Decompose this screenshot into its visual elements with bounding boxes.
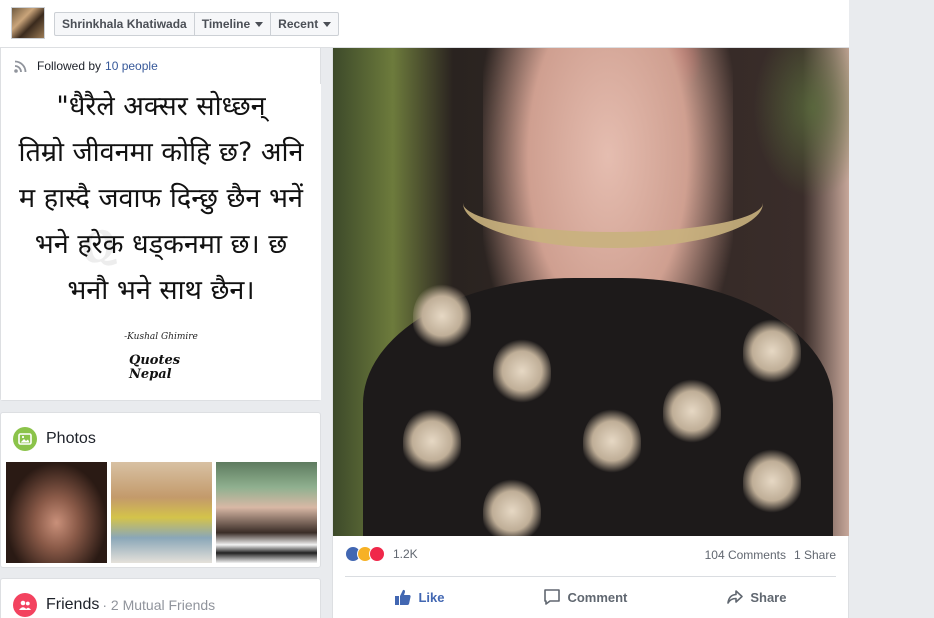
followers-link[interactable]: 10 people (105, 59, 158, 73)
photos-header[interactable]: Photos (13, 427, 96, 451)
comment-button[interactable]: Comment (543, 588, 627, 606)
quote-image[interactable]: Q "धैरैले अक्सर सोध्छन् तिम्रो जीवनमा को… (1, 84, 321, 400)
reaction-count: 1.2K (393, 547, 418, 561)
intro-card: Followed by 10 people Q "धैरैले अक्सर सो… (0, 48, 321, 401)
reactions-summary[interactable]: 1.2K (345, 546, 418, 562)
photo-icon (13, 427, 37, 451)
friends-icon (13, 593, 37, 617)
profile-name: Shrinkhala Khatiwada (62, 17, 187, 31)
friends-header[interactable]: Friends · 2 Mutual Friends (13, 593, 215, 617)
followed-by-text: Followed by (37, 59, 102, 73)
friends-title: Friends (46, 596, 100, 613)
photos-grid (6, 462, 317, 563)
comments-count[interactable]: 104 Comments (705, 548, 786, 562)
share-label: Share (750, 589, 787, 605)
timeline-label: Timeline (201, 17, 251, 31)
profile-name-link[interactable]: Shrinkhala Khatiwada (55, 13, 195, 35)
post-card: 1.2K 104 Comments 1 Share Like Comment S… (332, 48, 849, 618)
post-photo[interactable] (333, 48, 849, 536)
post-counts: 104 Comments 1 Share (705, 548, 836, 562)
divider (345, 576, 836, 577)
photo-thumbnail[interactable] (216, 462, 317, 563)
photo-thumbnail[interactable] (6, 462, 107, 563)
breadcrumb: Shrinkhala Khatiwada Timeline Recent (54, 12, 340, 36)
comment-label: Comment (567, 589, 628, 605)
photos-card: Photos (0, 412, 321, 568)
recent-label: Recent (278, 17, 319, 31)
shares-count[interactable]: 1 Share (794, 548, 836, 562)
chevron-down-icon (255, 22, 264, 27)
recent-dropdown[interactable]: Recent (271, 13, 338, 35)
timeline-dropdown[interactable]: Timeline (195, 13, 272, 35)
profile-top-bar: Shrinkhala Khatiwada Timeline Recent (0, 0, 849, 48)
quote-line: भनौ भने साथ छैन। (67, 275, 255, 306)
share-icon (727, 590, 744, 604)
quote-line: म हास्दै जवाफ दिन्छु छैन भनें (19, 183, 303, 214)
comment-icon (544, 589, 561, 605)
photo-thumbnail[interactable] (111, 462, 212, 563)
quote-line: "धैरैले अक्सर सोध्छन् (56, 91, 266, 122)
thumbs-up-icon (395, 589, 412, 605)
right-gutter (849, 0, 934, 618)
like-label: Like (418, 589, 445, 605)
share-button[interactable]: Share (726, 588, 786, 606)
followed-by-row: Followed by 10 people (13, 58, 158, 74)
quote-author: -Kushal Ghimire (124, 332, 198, 342)
love-reaction-icon (369, 546, 385, 562)
friends-card: Friends · 2 Mutual Friends (0, 578, 321, 618)
rss-icon (14, 60, 27, 73)
photos-title: Photos (46, 430, 96, 447)
quote-line: तिम्रो जीवनमा कोहि छ? अनि (18, 137, 304, 168)
mutual-friends-count[interactable]: · 2 Mutual Friends (102, 597, 215, 613)
like-button[interactable]: Like (394, 588, 444, 606)
post-actions: Like Comment Share (345, 578, 836, 616)
quotes-nepal-logo: Quotes Nepal (129, 353, 181, 382)
profile-avatar[interactable] (11, 7, 45, 39)
chevron-down-icon (323, 22, 332, 27)
quote-line: भने हरेक धड्कनमा छ। छ (34, 229, 288, 260)
